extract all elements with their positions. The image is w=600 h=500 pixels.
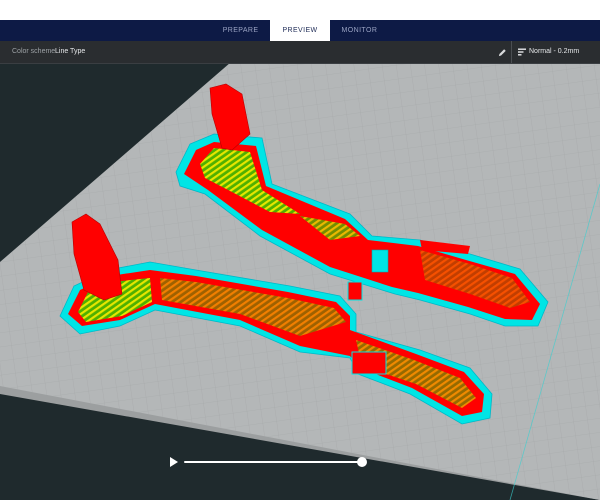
tab-prepare[interactable]: PREPARE xyxy=(211,20,271,41)
tab-monitor[interactable]: MONITOR xyxy=(330,20,390,41)
play-icon[interactable] xyxy=(166,455,180,469)
color-scheme-label: Color scheme xyxy=(12,48,56,55)
simulation-playback-bar xyxy=(166,455,376,469)
top-navigation-bar: PREPARE PREVIEW MONITOR xyxy=(0,20,600,41)
tab-preview[interactable]: PREVIEW xyxy=(270,20,330,41)
pencil-icon[interactable] xyxy=(498,48,507,57)
divider xyxy=(511,41,512,63)
print-profile-label: Normal - 0.2mm xyxy=(529,48,580,55)
color-scheme-selector[interactable]: Line Type xyxy=(55,41,85,63)
stage-tabs: PREPARE PREVIEW MONITOR xyxy=(0,20,600,41)
playback-track[interactable] xyxy=(184,461,362,463)
3d-preview-viewport[interactable] xyxy=(0,64,600,500)
layer-preview-scene xyxy=(0,64,600,500)
playback-handle[interactable] xyxy=(357,457,367,467)
sliders-icon xyxy=(518,48,526,56)
view-settings-bar: Color scheme Line Type Normal - 0.2mm xyxy=(0,41,600,64)
